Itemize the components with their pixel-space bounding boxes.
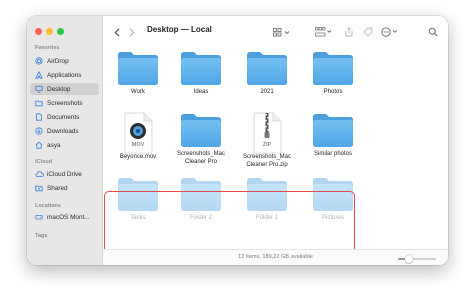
- sidebar-item-shared[interactable]: Shared: [30, 182, 99, 194]
- folder-icon: [34, 99, 44, 107]
- search-button[interactable]: [426, 26, 440, 38]
- search-icon: [428, 27, 438, 37]
- sidebar-item-label: asya: [47, 141, 61, 149]
- file-name-label: Photos: [323, 89, 343, 95]
- sidebar-item-label: Downloads: [47, 127, 79, 135]
- back-button[interactable]: [112, 26, 122, 38]
- tags-button[interactable]: [362, 26, 373, 38]
- folder-icon: [179, 50, 223, 91]
- download-icon: [34, 127, 44, 135]
- file-name-label: Work: [131, 89, 145, 95]
- more-actions-button[interactable]: [381, 26, 399, 38]
- zoom-window-button[interactable]: [57, 28, 64, 35]
- file-name-label: 2021: [260, 89, 274, 95]
- sidebar-item-downloads[interactable]: Downloads: [30, 125, 99, 137]
- sidebar-section-icloud: iCloud: [35, 159, 53, 165]
- desktop-icon: [34, 85, 44, 93]
- applications-icon: [34, 71, 44, 79]
- zip-archive-icon: ZIP: [250, 112, 284, 159]
- sidebar-item-applications[interactable]: Applications: [30, 69, 99, 81]
- share-icon: [345, 27, 353, 37]
- icon-grid-icon: [273, 27, 290, 36]
- sidebar-item-label: Documents: [47, 113, 80, 121]
- cloud-icon: [34, 170, 44, 178]
- sidebar-item-label: AirDrop: [47, 57, 69, 65]
- home-icon: [34, 141, 44, 149]
- sidebar-item-home[interactable]: asya: [30, 139, 99, 151]
- selection-outline: [104, 191, 355, 253]
- file-name-label: Screenshots_Mac Cleaner Pro.zip: [242, 154, 292, 168]
- status-text: 12 items, 189,22 GB available: [238, 254, 313, 260]
- file-name-label: Screenshots_Mac Cleaner Pro: [176, 151, 226, 165]
- finder-window: Favorites AirDrop Applications Desktop S…: [27, 16, 448, 265]
- sidebar-item-screenshots[interactable]: Screenshots: [30, 97, 99, 109]
- folder-item[interactable]: Work: [103, 50, 173, 112]
- chevron-right-icon: [129, 27, 135, 37]
- status-bar: 12 items, 189,22 GB available: [103, 249, 448, 265]
- sidebar-item-documents[interactable]: Documents: [30, 111, 99, 123]
- folder-item[interactable]: 2021: [232, 50, 302, 112]
- group-grid-icon: [315, 27, 332, 37]
- icon-size-slider[interactable]: [398, 255, 436, 263]
- sidebar: Favorites AirDrop Applications Desktop S…: [27, 16, 103, 265]
- file-grid: Work Ideas 2021 Photos MOV Beyonce.mov Screens…: [103, 48, 448, 255]
- sidebar-item-label: Screenshots: [47, 99, 83, 107]
- folder-icon: [311, 112, 355, 153]
- disk-icon: [34, 213, 44, 221]
- movie-file-icon: MOV: [121, 112, 155, 159]
- close-window-button[interactable]: [35, 28, 42, 35]
- forward-button[interactable]: [127, 26, 137, 38]
- slider-knob[interactable]: [405, 255, 414, 263]
- folder-item[interactable]: Similar photos: [298, 112, 368, 174]
- sidebar-item-desktop[interactable]: Desktop: [30, 83, 99, 95]
- chevron-left-icon: [114, 27, 120, 37]
- folder-icon: [179, 112, 223, 153]
- file-name-label: Beyonce.mov: [119, 154, 157, 160]
- folder-item[interactable]: Ideas: [166, 50, 236, 112]
- folder-item[interactable]: Screenshots_Mac Cleaner Pro: [166, 112, 236, 174]
- group-button[interactable]: [315, 26, 333, 38]
- folder-icon: [116, 50, 160, 91]
- toolbar: Desktop — Local: [103, 16, 448, 48]
- sidebar-section-locations: Locations: [35, 203, 61, 209]
- sidebar-item-label: iCloud Drive: [47, 170, 82, 178]
- sidebar-item-label: Applications: [47, 71, 82, 79]
- file-extension-label: ZIP: [262, 142, 272, 148]
- file-name-label: Ideas: [193, 89, 209, 95]
- file-item[interactable]: ZIP Screenshots_Mac Cleaner Pro.zip: [232, 112, 302, 174]
- file-extension-label: MOV: [131, 142, 145, 148]
- window-title: Desktop — Local: [147, 25, 212, 34]
- sidebar-item-icloud-drive[interactable]: iCloud Drive: [30, 168, 99, 180]
- sidebar-item-label: Shared: [47, 184, 68, 192]
- view-mode-button[interactable]: [273, 26, 291, 38]
- sidebar-section-favorites: Favorites: [35, 45, 60, 51]
- document-icon: [34, 113, 44, 121]
- tag-icon: [362, 27, 372, 37]
- folder-icon: [311, 50, 355, 91]
- minimize-window-button[interactable]: [46, 28, 53, 35]
- sidebar-item-label: Desktop: [47, 85, 71, 93]
- file-item[interactable]: MOV Beyonce.mov: [103, 112, 173, 174]
- sidebar-item-label: macOS Mont...: [47, 213, 90, 221]
- main-content: Desktop — Local Work Ideas 2021 Photos MOV Be…: [103, 16, 448, 265]
- shared-folder-icon: [34, 184, 44, 192]
- sidebar-item-macos-disk[interactable]: macOS Mont...: [30, 211, 99, 223]
- file-name-label: Similar photos: [313, 151, 352, 157]
- sidebar-section-tags: Tags: [35, 233, 48, 239]
- share-button[interactable]: [344, 26, 354, 38]
- ellipsis-circle-icon: [381, 27, 397, 37]
- folder-item[interactable]: Photos: [298, 50, 368, 112]
- airdrop-icon: [34, 57, 44, 65]
- folder-icon: [245, 50, 289, 91]
- sidebar-item-airdrop[interactable]: AirDrop: [30, 55, 99, 67]
